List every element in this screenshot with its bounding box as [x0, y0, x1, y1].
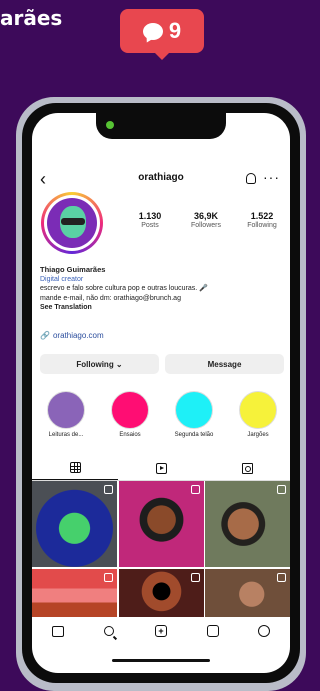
profile-tabs [32, 456, 290, 481]
search-icon [104, 626, 115, 636]
stat-label: Following [247, 222, 277, 229]
notification-count: 9 [168, 18, 182, 43]
profile-stats: 1.130 Posts 36,9K Followers 1.522 Follow… [122, 211, 290, 229]
link-icon: 🔗 [40, 331, 50, 340]
post-grid [32, 481, 290, 625]
bell-icon[interactable] [246, 173, 256, 184]
reels-icon [206, 625, 219, 637]
add-icon: + [154, 625, 167, 637]
profile-name: Thiago Guimarães [40, 265, 106, 274]
highlight-label: Leituras de... [48, 432, 84, 438]
bottom-nav: + [32, 617, 290, 645]
profile-header: ‹ orathiago ··· [32, 169, 290, 191]
stat-value: 1.522 [250, 211, 274, 221]
highlight-item[interactable]: Jargões [230, 391, 286, 438]
notch [96, 113, 226, 139]
notification-badge: 9 [120, 9, 204, 60]
avatar-image [47, 198, 97, 248]
nav-profile[interactable] [257, 624, 271, 638]
highlight-item[interactable]: Ensaios [102, 391, 158, 438]
website-text: orathiago.com [52, 331, 104, 340]
camera-indicator-icon [106, 121, 114, 129]
highlight-label: Jargões [247, 432, 269, 438]
highlight-label: Segunda telão [174, 432, 214, 438]
stat-value: 36,9K [193, 211, 219, 221]
home-icon [51, 625, 64, 637]
comment-bubble-icon [142, 22, 163, 40]
stat-label: Posts [141, 222, 159, 229]
highlight-cover [175, 391, 213, 429]
tab-tagged[interactable] [204, 456, 290, 480]
nav-reels[interactable] [206, 624, 220, 638]
phone-bezel: ‹ orathiago ··· 1.130 Posts 36,9K Follow… [22, 103, 300, 683]
multi-post-icon [104, 572, 113, 582]
tab-reels[interactable] [118, 456, 204, 480]
post-thumbnail[interactable] [118, 481, 204, 567]
bio-line-2: mande e-mail, não dm: orathiago@brunch.a… [40, 294, 181, 302]
screen: ‹ orathiago ··· 1.130 Posts 36,9K Follow… [32, 113, 290, 673]
reel-badge-icon [277, 485, 286, 494]
avatar[interactable] [41, 192, 103, 254]
post-thumbnail[interactable] [32, 481, 117, 567]
bio: Thiago Guimarães Digital creator escrevo… [40, 265, 286, 313]
nav-search[interactable] [102, 624, 116, 638]
post-thumbnail[interactable] [205, 481, 290, 567]
action-buttons: Following ⌄ Message [40, 354, 284, 374]
more-icon[interactable]: ··· [263, 169, 280, 185]
profile-icon [258, 625, 271, 637]
message-button[interactable]: Message [165, 354, 284, 374]
see-translation-link[interactable]: See Translation [40, 303, 286, 313]
stat-followers[interactable]: 36,9K Followers [178, 211, 234, 229]
reel-badge-icon [277, 572, 286, 582]
tagged-icon [241, 462, 253, 474]
highlight-item[interactable]: Segunda telão [166, 391, 222, 438]
highlight-cover [239, 391, 277, 429]
story-highlights: Leituras de... Ensaios Segunda telão Jar… [34, 391, 290, 438]
nav-home[interactable] [51, 624, 65, 638]
highlight-label: Ensaios [119, 432, 141, 438]
stat-value: 1.130 [138, 211, 162, 221]
stat-label: Followers [191, 222, 221, 229]
reels-icon [155, 462, 167, 474]
phone-frame: ‹ orathiago ··· 1.130 Posts 36,9K Follow… [16, 97, 306, 691]
multi-post-icon [190, 572, 200, 582]
website-link[interactable]: 🔗 orathiago.com [40, 331, 104, 340]
reel-badge-icon [190, 485, 200, 494]
nav-add[interactable]: + [154, 624, 168, 638]
profile-category: Digital creator [40, 275, 84, 283]
tab-grid[interactable] [32, 456, 118, 480]
headline-fragment: arães [0, 6, 63, 30]
grid-icon [69, 462, 81, 473]
home-indicator[interactable] [112, 659, 210, 662]
highlight-item[interactable]: Leituras de... [38, 391, 94, 438]
highlight-cover [111, 391, 149, 429]
bio-line-1: escrevo e falo sobre cultura pop e outra… [40, 285, 208, 292]
multi-post-icon [104, 485, 113, 494]
following-button[interactable]: Following ⌄ [40, 354, 159, 374]
highlight-cover [47, 391, 85, 429]
stat-posts[interactable]: 1.130 Posts [122, 211, 178, 229]
stat-following[interactable]: 1.522 Following [234, 211, 290, 229]
